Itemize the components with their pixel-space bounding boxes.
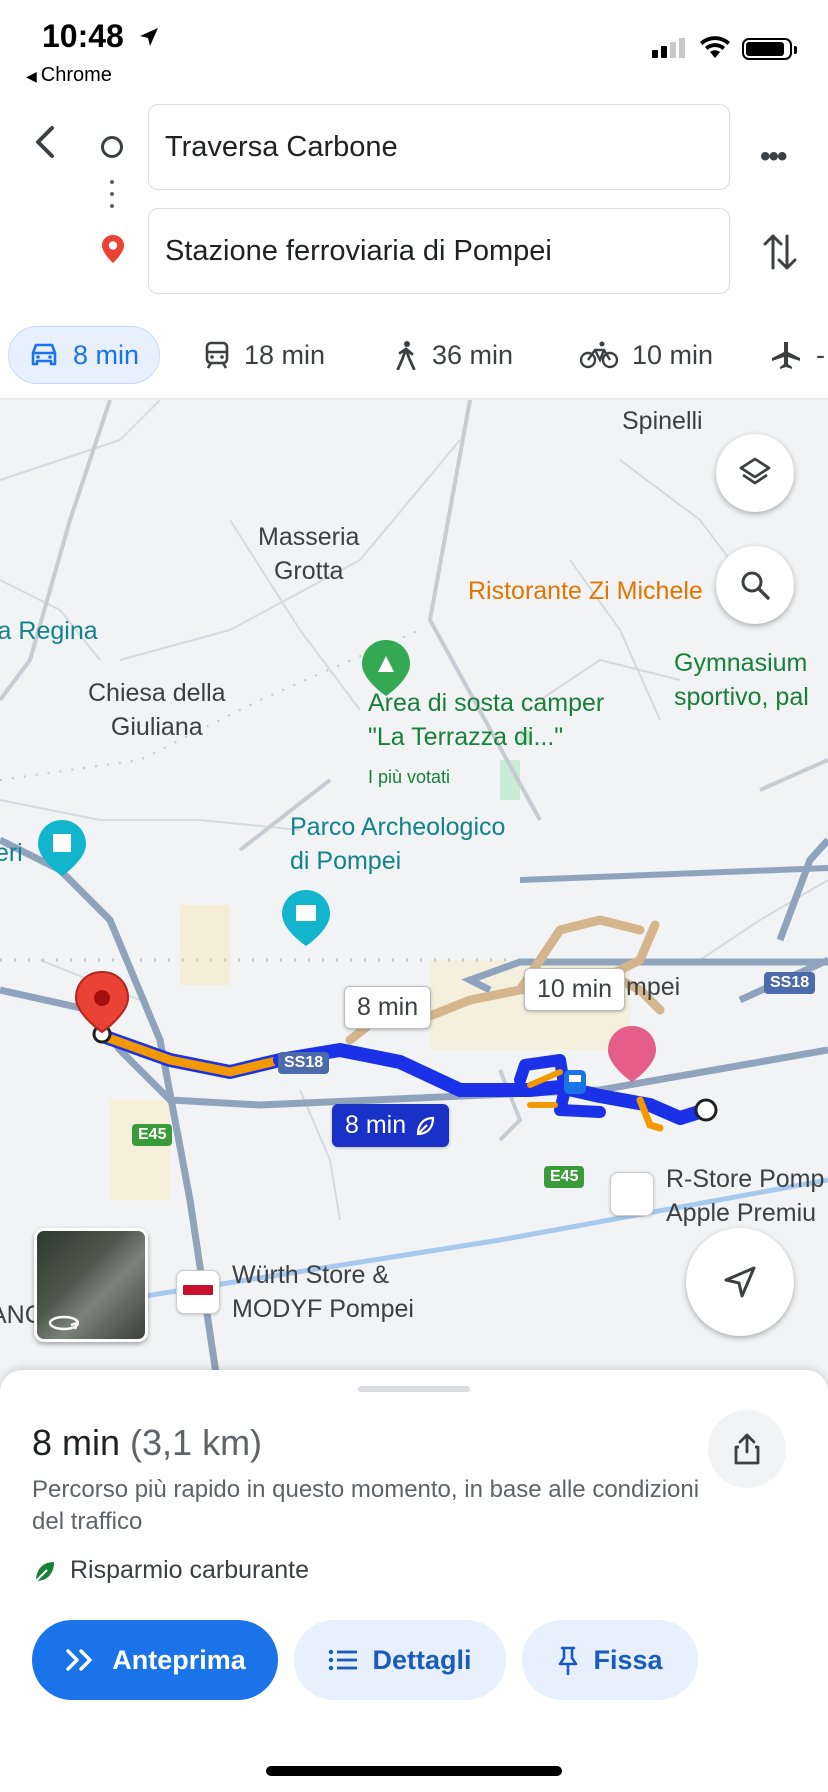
- map-view[interactable]: Spinelli Masseria Grotta Ristorante Zi M…: [0, 400, 828, 1400]
- tab-flight-label: -: [816, 339, 825, 370]
- route-distance: (3,1 km): [130, 1422, 263, 1463]
- layers-icon: [739, 457, 771, 485]
- map-label-rstore[interactable]: R-Store Pomp Apple Premiu: [666, 1162, 824, 1230]
- preview-button-label: Anteprima: [112, 1644, 246, 1675]
- home-indicator[interactable]: [266, 1766, 562, 1776]
- map-label-eri[interactable]: teri: [0, 836, 23, 870]
- details-button[interactable]: Dettagli: [294, 1620, 506, 1700]
- travel-mode-tabs: 8 min 18 min 36 min 10 min -: [0, 326, 828, 400]
- route-bubble-alt-1[interactable]: 8 min: [344, 986, 432, 1029]
- route-bubble-alt-2[interactable]: 10 min: [524, 968, 626, 1011]
- route-dots-icon: [110, 180, 114, 216]
- plane-icon: [772, 342, 800, 369]
- destination-field[interactable]: Stazione ferroviaria di Pompei: [148, 208, 730, 294]
- rstore-logo-icon: [610, 1172, 654, 1216]
- eco-route-label: Risparmio carburante: [70, 1556, 309, 1584]
- cellular-signal-icon: [652, 38, 685, 58]
- map-label-gymnasium[interactable]: Gymnasium sportivo, pal: [674, 646, 809, 714]
- tab-cycling[interactable]: 10 min: [580, 326, 713, 384]
- map-label-masseria: Masseria Grotta: [258, 523, 360, 585]
- layers-button[interactable]: [716, 434, 794, 512]
- list-icon: [329, 1649, 358, 1671]
- tab-transit[interactable]: 18 min: [204, 326, 325, 384]
- eco-leaf-icon: [35, 1561, 54, 1582]
- route-bottom-sheet: 8 min (3,1 km) Percorso più rapido in que…: [0, 1370, 828, 1792]
- tab-driving-label: 8 min: [73, 339, 140, 370]
- tab-cycling-label: 10 min: [632, 339, 714, 370]
- map-label-pompei: mpei: [626, 973, 681, 1001]
- map-label-spinelli: Spinelli: [622, 407, 703, 435]
- map-label-chiesa[interactable]: Chiesa della Giuliana: [88, 676, 226, 744]
- origin-circle-icon: [101, 136, 123, 158]
- map-label-piu-votati: I più votati: [368, 767, 451, 787]
- back-triangle-icon: ◀: [26, 68, 37, 84]
- more-options-icon[interactable]: •••: [760, 140, 787, 174]
- tab-transit-label: 18 min: [244, 339, 326, 370]
- car-icon: [31, 343, 57, 366]
- route-duration: 8 min: [32, 1422, 121, 1463]
- wurth-logo-icon: [176, 1270, 220, 1314]
- swap-directions-icon[interactable]: [762, 230, 798, 274]
- battery-icon: [742, 38, 797, 60]
- road-badge-e45: E45: [132, 1124, 173, 1146]
- map-label-parco[interactable]: Parco Archeologico di Pompei: [290, 810, 505, 878]
- pin-icon: [559, 1646, 578, 1675]
- search-map-button[interactable]: [716, 546, 794, 624]
- navigation-arrow-icon: [724, 1266, 756, 1298]
- pin-button-label: Fissa: [593, 1644, 663, 1675]
- street-view-thumbnail[interactable]: [34, 1228, 148, 1342]
- origin-field[interactable]: Traversa Carbone: [148, 104, 730, 190]
- back-arrow-icon[interactable]: [26, 122, 66, 162]
- tab-flight[interactable]: -: [770, 326, 825, 384]
- preview-button[interactable]: Anteprima: [32, 1620, 278, 1700]
- wifi-icon: [700, 36, 730, 58]
- destination-pin-icon: [102, 235, 124, 263]
- tab-walking[interactable]: 36 min: [394, 326, 513, 384]
- map-label-ristorante[interactable]: Ristorante Zi Michele: [468, 574, 703, 608]
- road-badge-ss18: SS18: [764, 972, 816, 994]
- road-badge-ss18: SS18: [278, 1052, 330, 1074]
- map-label-area-sosta[interactable]: Area di sosta camper "La Terrazza di...": [368, 686, 604, 754]
- eco-route-row: Risparmio carburante: [32, 1556, 309, 1585]
- location-arrow-icon: [139, 28, 158, 46]
- bike-icon: [580, 341, 618, 369]
- share-icon: [734, 1433, 760, 1465]
- status-time: 10:48: [42, 18, 161, 55]
- pin-button[interactable]: Fissa: [522, 1620, 698, 1700]
- eco-leaf-icon: [417, 1116, 435, 1135]
- walk-icon: [396, 341, 416, 370]
- route-bubble-selected[interactable]: 8 min: [332, 1104, 450, 1147]
- tab-walking-label: 36 min: [432, 339, 514, 370]
- route-bubble-selected-label: 8 min: [345, 1111, 407, 1139]
- train-icon: [205, 341, 229, 369]
- rotate-360-icon: [48, 1315, 80, 1331]
- recenter-button[interactable]: [686, 1228, 794, 1336]
- details-button-label: Dettagli: [372, 1644, 472, 1675]
- map-label-regina[interactable]: la Regina: [0, 614, 98, 648]
- back-to-app[interactable]: ◀ Chrome: [26, 64, 116, 87]
- double-chevron-icon: [66, 1649, 92, 1671]
- route-summary: 8 min (3,1 km): [32, 1422, 262, 1464]
- sheet-drag-handle[interactable]: [358, 1386, 470, 1392]
- tab-driving[interactable]: 8 min: [8, 326, 161, 384]
- road-badge-e45: E45: [544, 1166, 585, 1188]
- route-description: Percorso più rapido in questo momento, i…: [32, 1476, 700, 1535]
- map-label-wurth[interactable]: Würth Store & MODYF Pompei: [232, 1258, 414, 1326]
- search-icon: [741, 571, 770, 600]
